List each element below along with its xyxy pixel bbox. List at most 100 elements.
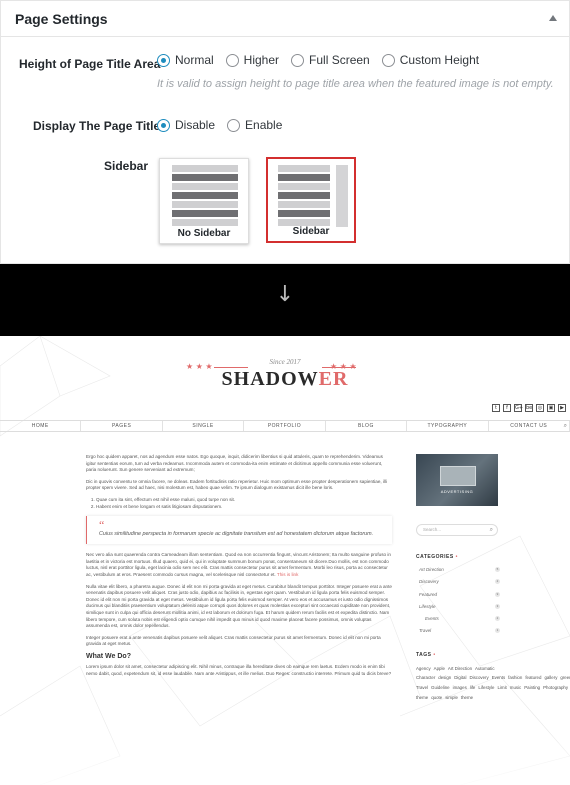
display-title-label: Display The Page Title [33, 119, 161, 133]
no-sidebar-caption: No Sidebar [177, 228, 231, 239]
youtube-icon[interactable]: ▶ [558, 404, 566, 412]
height-radio-group: Normal Higher Full Screen Custom Height [157, 53, 491, 67]
site-logo[interactable]: Since 2017 SHADOWER [0, 358, 570, 391]
category-item[interactable]: Events 2 [416, 613, 500, 625]
height-custom-radio[interactable]: Custom Height [381, 53, 479, 67]
search-icon[interactable]: ⌕ [490, 525, 493, 535]
tag-link[interactable]: Apple [434, 666, 445, 671]
tag-link[interactable]: fashion [508, 675, 522, 680]
tag-link[interactable]: Photography [543, 685, 568, 690]
tag-link[interactable]: Art Direction [448, 666, 472, 671]
sidebar-caption: Sidebar [292, 226, 330, 237]
radio-dot-icon [381, 53, 395, 67]
laptop-image [440, 466, 476, 486]
paragraph: Dic in quovis conventu te omnia facere, … [86, 478, 388, 491]
layout-bar [278, 165, 330, 172]
tag-link[interactable]: Guideline [431, 685, 450, 690]
layout-bar [172, 210, 238, 217]
sidebar-option[interactable]: Sidebar [266, 157, 356, 243]
nav-pages[interactable]: PAGES [81, 421, 163, 431]
layout-sidebar-block [336, 165, 348, 227]
facebook-icon[interactable]: f [503, 404, 511, 412]
post-content: Ergo hoc quidem apparet, nos ad agendum … [86, 454, 392, 683]
paragraph: Lorem ipsum dolor sit amet, consectetur … [86, 664, 392, 677]
blockquote: “ Cuius similitudine perspecta in formar… [86, 516, 392, 545]
tag-link[interactable]: music [510, 685, 521, 690]
instagram-icon[interactable]: ▣ [547, 404, 555, 412]
theme-preview: ★ ★ ★ ★ ★ ★ Since 2017 SHADOWER t f G+ b… [0, 336, 570, 785]
inline-link[interactable]: This is link [277, 572, 298, 577]
radio-dot-icon [157, 118, 170, 132]
section-heading: What We Do? [86, 652, 131, 660]
paragraph: Nulla vitae elit libero, a pharetra augu… [86, 583, 392, 629]
radio-dot-icon [291, 53, 305, 67]
nav-portfolio[interactable]: PORTFOLIO [244, 421, 326, 431]
dribbble-icon[interactable]: ◎ [536, 404, 544, 412]
nav-contact[interactable]: CONTACT US [489, 421, 570, 431]
transition-band: ↓ [0, 264, 570, 336]
ordered-list: Quae cum ita sint, effectum est nihil es… [96, 497, 392, 510]
layout-bar [278, 174, 330, 181]
tag-link[interactable]: Agency [416, 666, 431, 671]
tag-link[interactable]: life [470, 685, 476, 690]
paragraph: Integer posuere erat a ante venenatis da… [86, 634, 381, 647]
layout-bar [278, 210, 330, 217]
height-fullscreen-radio[interactable]: Full Screen [291, 53, 370, 67]
tag-link[interactable]: Events [492, 675, 505, 680]
height-label: Height of Page Title Area [19, 57, 161, 71]
category-item[interactable]: Featured 9 [416, 589, 500, 601]
nav-typography[interactable]: TYPOGRAPHY [407, 421, 489, 431]
advertising-banner[interactable]: ADVERTISING [416, 454, 498, 506]
nav-single[interactable]: SINGLE [163, 421, 245, 431]
display-disable-radio[interactable]: Disable [157, 118, 215, 132]
tag-link[interactable]: theme [461, 695, 473, 700]
tag-link[interactable]: Limit [498, 685, 507, 690]
category-item[interactable]: Art Direction 5 [416, 564, 500, 576]
display-enable-radio[interactable]: Enable [227, 118, 282, 132]
tag-link[interactable]: featured [525, 675, 541, 680]
nav-blog[interactable]: BLOG [326, 421, 408, 431]
tags-title: TAGS • [416, 651, 436, 658]
radio-dot-icon [225, 53, 239, 67]
social-icons: t f G+ be ◎ ▣ ▶ [492, 404, 566, 412]
down-arrow-icon: ↓ [275, 282, 295, 307]
tag-link[interactable]: images [453, 685, 467, 690]
radio-dot-icon [157, 53, 170, 67]
nav-search-icon[interactable]: ⌕ [564, 422, 567, 430]
category-item[interactable]: Travel 1 [416, 625, 500, 637]
category-item[interactable]: Discovery 2 [416, 576, 500, 588]
layout-bar [172, 201, 238, 208]
logo-text: SHADOWER [221, 368, 349, 390]
category-item[interactable]: Lifestyle 3 [416, 601, 500, 613]
height-help-text: It is valid to assign height to page tit… [157, 78, 554, 90]
height-normal-radio[interactable]: Normal [157, 53, 214, 67]
sidebar-search-input[interactable]: Search... ⌕ [416, 524, 498, 536]
height-higher-radio[interactable]: Higher [225, 53, 279, 67]
tag-link[interactable]: gallery [544, 675, 557, 680]
layout-bar [172, 174, 238, 181]
google-plus-icon[interactable]: G+ [514, 404, 523, 412]
nav-home[interactable]: HOME [0, 421, 82, 431]
no-sidebar-option[interactable]: No Sidebar [159, 158, 249, 244]
category-list: Art Direction 5 Discovery 2 Featured 9 Life… [416, 564, 500, 638]
tag-link[interactable]: Painting [524, 685, 540, 690]
tag-link[interactable]: simple [445, 695, 458, 700]
tag-link[interactable]: design [438, 675, 451, 680]
paragraph: Nec vero alia sunt quaerenda contra Carn… [86, 552, 391, 577]
bottom-fade [0, 725, 570, 785]
tag-link[interactable]: Lifestyle [478, 685, 494, 690]
tag-link[interactable]: quote [431, 695, 442, 700]
collapse-arrow-icon[interactable] [549, 15, 557, 21]
sidebar-label: Sidebar [104, 159, 149, 173]
tag-link[interactable]: Digital [454, 675, 466, 680]
tag-link[interactable]: Discovery [469, 675, 488, 680]
layout-bar [172, 192, 238, 199]
list-item: Quae cum ita sint, effectum est nihil es… [96, 497, 392, 504]
quote-icon: “ [99, 518, 105, 533]
panel-header[interactable]: Page Settings [1, 1, 569, 37]
quote-text: Cuius similitudine perspecta in formarum… [99, 531, 374, 538]
main-nav: HOME PAGES SINGLE PORTFOLIO BLOG TYPOGRA… [0, 420, 570, 432]
twitter-icon[interactable]: t [492, 404, 500, 412]
behance-icon[interactable]: be [525, 404, 533, 412]
paragraph: Ergo hoc quidem apparet, nos ad agendum … [86, 454, 383, 473]
